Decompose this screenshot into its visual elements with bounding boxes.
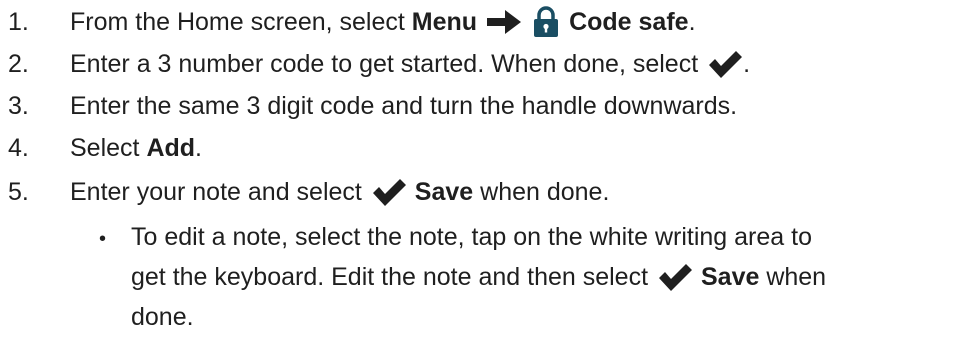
sub-bullet-line-2: get the keyboard. Edit the note and then… xyxy=(131,257,826,297)
padlock-icon xyxy=(533,6,559,38)
step-number: 2. xyxy=(8,50,29,78)
step-text-post: . xyxy=(195,134,202,162)
step-text-pre: Enter a 3 number code to get started. Wh… xyxy=(70,50,706,78)
sub-bullet: • To edit a note, select the note, tap o… xyxy=(0,217,978,347)
sub-bullet-line-2-post: when xyxy=(759,262,827,291)
checkmark-icon xyxy=(657,262,693,292)
step-text-post: . xyxy=(743,50,751,78)
step-text-pre: Select xyxy=(70,134,147,162)
checkmark-icon xyxy=(371,177,407,207)
step-text-pre: Enter your note and select xyxy=(70,178,369,206)
step-text-post: . xyxy=(688,8,696,36)
step-text: Select Add . xyxy=(70,128,202,168)
add-label: Add xyxy=(146,134,196,162)
step-number: 4. xyxy=(8,134,29,162)
step-number: 5. xyxy=(8,178,29,206)
checkmark-icon xyxy=(707,49,743,79)
sub-bullet-line-2-pre: get the keyboard. Edit the note and then… xyxy=(131,262,655,291)
instruction-list: 1. From the Home screen, select Menu Cod… xyxy=(0,0,978,354)
step-text: From the Home screen, select Menu Code s… xyxy=(70,2,696,42)
sub-bullet-line-3: done. xyxy=(131,303,194,331)
step-text: Enter your note and select Save when don… xyxy=(70,172,609,212)
step-text-post: when done. xyxy=(473,178,610,206)
step-number: 3. xyxy=(8,92,29,120)
bullet-marker: • xyxy=(99,228,107,250)
step-text-pre: From the Home screen, select xyxy=(70,8,412,36)
code-safe-label: Code safe xyxy=(569,8,689,36)
save-label: Save xyxy=(700,262,760,291)
step-number: 1. xyxy=(8,8,29,36)
sub-bullet-line-1: To edit a note, select the note, tap on … xyxy=(131,223,812,251)
arrow-right-icon xyxy=(485,8,523,36)
step-text: Enter the same 3 digit code and turn the… xyxy=(70,92,738,120)
step-text: Enter a 3 number code to get started. Wh… xyxy=(70,44,750,84)
menu-label: Menu xyxy=(411,8,478,36)
save-label: Save xyxy=(414,178,474,206)
